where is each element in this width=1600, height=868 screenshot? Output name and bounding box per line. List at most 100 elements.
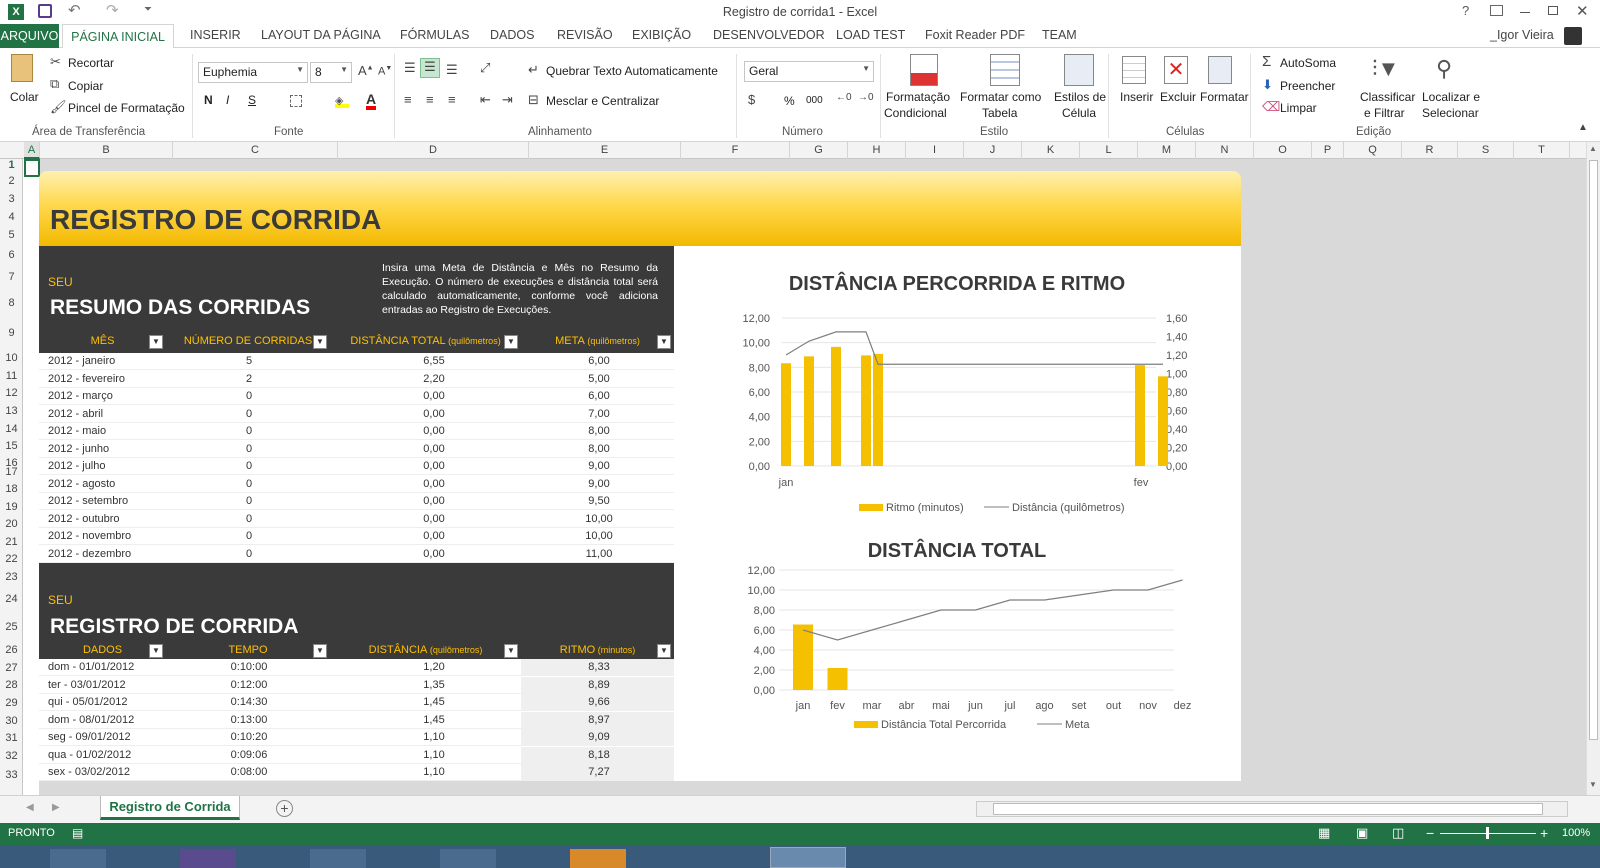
italic-button[interactable]: I bbox=[226, 93, 229, 107]
worksheet[interactable]: REGISTRO DE CORRIDA SEU RESUMO DAS CORRI… bbox=[24, 159, 1586, 795]
line-series[interactable] bbox=[785, 331, 1163, 365]
paste-button[interactable]: Colar bbox=[10, 90, 39, 104]
bar-mark[interactable] bbox=[831, 346, 841, 466]
minimize-icon[interactable] bbox=[1520, 12, 1530, 13]
row-header[interactable]: 26 bbox=[0, 644, 23, 656]
row-header[interactable]: 10 bbox=[0, 352, 23, 364]
column-header[interactable]: Q bbox=[1344, 142, 1402, 159]
orientation-icon[interactable]: ⤢ bbox=[480, 60, 490, 76]
row-header[interactable]: 17 bbox=[0, 466, 23, 478]
column-header[interactable]: A bbox=[24, 142, 40, 159]
user-name[interactable]: _Igor Vieira bbox=[1490, 28, 1554, 42]
bar-mark[interactable] bbox=[1135, 365, 1145, 466]
sheet-prev-icon[interactable]: ◀ bbox=[26, 802, 34, 813]
format-painter-button[interactable]: Pincel de Formatação bbox=[68, 101, 185, 115]
bar-mark[interactable] bbox=[781, 363, 791, 466]
row-header[interactable]: 28 bbox=[0, 679, 23, 691]
column-header[interactable]: O bbox=[1254, 142, 1312, 159]
number-format-combo[interactable]: Geral ▼ bbox=[744, 61, 874, 82]
row-header[interactable]: 12 bbox=[0, 387, 23, 399]
table-row[interactable]: dom - 08/01/2012 0:13:00 1,45 8,97 bbox=[39, 711, 674, 729]
fill-button[interactable]: Preencher bbox=[1280, 79, 1335, 93]
find-select-label-1[interactable]: Localizar e bbox=[1422, 90, 1480, 104]
decrease-indent-icon[interactable]: ⇤ bbox=[480, 92, 491, 108]
vertical-scrollbar[interactable]: ▲ ▼ bbox=[1586, 142, 1600, 795]
scrollbar-thumb[interactable] bbox=[1589, 160, 1598, 740]
row-header[interactable]: 15 bbox=[0, 440, 23, 452]
font-name-combo[interactable]: Euphemia ▼ bbox=[198, 62, 308, 83]
scroll-down-icon[interactable]: ▼ bbox=[1589, 780, 1597, 789]
sort-filter-label-1[interactable]: Classificar bbox=[1360, 90, 1415, 104]
row-header[interactable]: 25 bbox=[0, 621, 23, 633]
comma-style-button[interactable]: 000 bbox=[806, 95, 823, 106]
column-header[interactable]: R bbox=[1402, 142, 1458, 159]
clear-button[interactable]: Limpar bbox=[1280, 101, 1317, 115]
grow-font-icon[interactable]: A▲ bbox=[358, 63, 374, 78]
table-row[interactable]: qui - 05/01/2012 0:14:30 1,45 9,66 bbox=[39, 694, 674, 711]
tab-file[interactable]: ARQUIVO bbox=[0, 24, 59, 48]
table-row[interactable]: 2012 - novembro 0 0,00 10,00 bbox=[39, 528, 674, 545]
taskbar-app-2[interactable] bbox=[180, 849, 236, 868]
table-row[interactable]: 2012 - maio 0 0,00 8,00 bbox=[39, 423, 674, 440]
column-header[interactable]: D bbox=[338, 142, 529, 159]
sort-filter-label-2[interactable]: e Filtrar bbox=[1364, 106, 1405, 120]
table-row[interactable]: 2012 - julho 0 0,00 9,00 bbox=[39, 458, 674, 475]
row-header[interactable]: 8 bbox=[0, 297, 23, 309]
summary-table[interactable]: 2012 - janeiro 5 6,55 6,00 2012 - fevereiro 2… bbox=[39, 353, 674, 563]
tab-view[interactable]: EXIBIÇÃO bbox=[632, 28, 691, 42]
fill-color-icon[interactable]: ◈ bbox=[335, 94, 349, 108]
row-header[interactable]: 7 bbox=[0, 271, 23, 283]
tab-page-layout[interactable]: LAYOUT DA PÁGINA bbox=[261, 28, 381, 42]
autosum-button[interactable]: AutoSoma bbox=[1280, 56, 1336, 70]
row-header[interactable]: 27 bbox=[0, 662, 23, 674]
column-header[interactable]: I bbox=[906, 142, 964, 159]
accounting-format-icon[interactable]: $ bbox=[748, 92, 755, 107]
log-table[interactable]: dom - 01/01/2012 0:10:00 1,20 8,33 ter - 03/… bbox=[39, 659, 674, 781]
row-header[interactable]: 22 bbox=[0, 553, 23, 565]
cut-button[interactable]: Recortar bbox=[68, 56, 114, 70]
taskbar-app-1[interactable] bbox=[50, 849, 106, 868]
row-header[interactable]: 30 bbox=[0, 715, 23, 727]
increase-indent-icon[interactable]: ⇥ bbox=[502, 92, 513, 108]
table-row[interactable]: 2012 - fevereiro 2 2,20 5,00 bbox=[39, 371, 674, 388]
tab-formulas[interactable]: FÓRMULAS bbox=[400, 28, 469, 42]
cell-styles-label-1[interactable]: Estilos de bbox=[1054, 90, 1106, 104]
align-middle-icon[interactable]: ☰ bbox=[420, 58, 440, 78]
scroll-up-icon[interactable]: ▲ bbox=[1589, 144, 1597, 153]
table-row[interactable]: 2012 - abril 0 0,00 7,00 bbox=[39, 406, 674, 423]
close-icon[interactable]: ✕ bbox=[1576, 2, 1589, 20]
row-header[interactable]: 5 bbox=[0, 229, 23, 241]
align-bottom-icon[interactable]: ☰ bbox=[446, 62, 458, 78]
tab-load-test[interactable]: LOAD TEST bbox=[836, 28, 905, 42]
column-header[interactable]: N bbox=[1196, 142, 1254, 159]
ribbon-display-options-icon[interactable] bbox=[1490, 5, 1503, 16]
table-row[interactable]: seg - 09/01/2012 0:10:20 1,10 9,09 bbox=[39, 729, 674, 746]
taskbar-app-excel[interactable] bbox=[770, 847, 846, 868]
column-header[interactable]: B bbox=[40, 142, 173, 159]
row-header[interactable]: 29 bbox=[0, 697, 23, 709]
row-header[interactable]: 18 bbox=[0, 483, 23, 495]
merge-center-button[interactable]: Mesclar e Centralizar bbox=[546, 94, 659, 108]
table-row[interactable]: 2012 - março 0 0,00 6,00 bbox=[39, 388, 674, 405]
tab-insert[interactable]: INSERIR bbox=[190, 28, 241, 42]
filter-dropdown-icon[interactable]: ▼ bbox=[313, 644, 327, 658]
filter-dropdown-icon[interactable]: ▼ bbox=[313, 335, 327, 349]
bar-mark[interactable] bbox=[793, 624, 813, 691]
active-cell-a1[interactable] bbox=[24, 159, 40, 177]
align-top-icon[interactable]: ☰ bbox=[404, 60, 416, 76]
restore-icon[interactable] bbox=[1548, 6, 1558, 15]
taskbar-app-4[interactable] bbox=[440, 849, 496, 868]
row-header[interactable]: 33 bbox=[0, 769, 23, 781]
insert-cells-button[interactable]: Inserir bbox=[1120, 90, 1153, 104]
table-row[interactable]: ter - 03/01/2012 0:12:00 1,35 8,89 bbox=[39, 676, 674, 694]
tab-foxit[interactable]: Foxit Reader PDF bbox=[925, 28, 1025, 42]
page-layout-view-icon[interactable]: ▣ bbox=[1356, 825, 1368, 841]
row-header[interactable]: 20 bbox=[0, 518, 23, 530]
new-sheet-icon[interactable]: + bbox=[276, 800, 293, 817]
font-size-combo[interactable]: 8 ▼ bbox=[310, 62, 352, 83]
zoom-in-icon[interactable]: + bbox=[1540, 825, 1548, 841]
table-row[interactable]: dom - 01/01/2012 0:10:00 1,20 8,33 bbox=[39, 659, 674, 676]
wrap-text-button[interactable]: Quebrar Texto Automaticamente bbox=[546, 64, 718, 78]
cell-styles-label-2[interactable]: Célula bbox=[1062, 106, 1096, 120]
conditional-format-label-1[interactable]: Formatação bbox=[886, 90, 950, 104]
